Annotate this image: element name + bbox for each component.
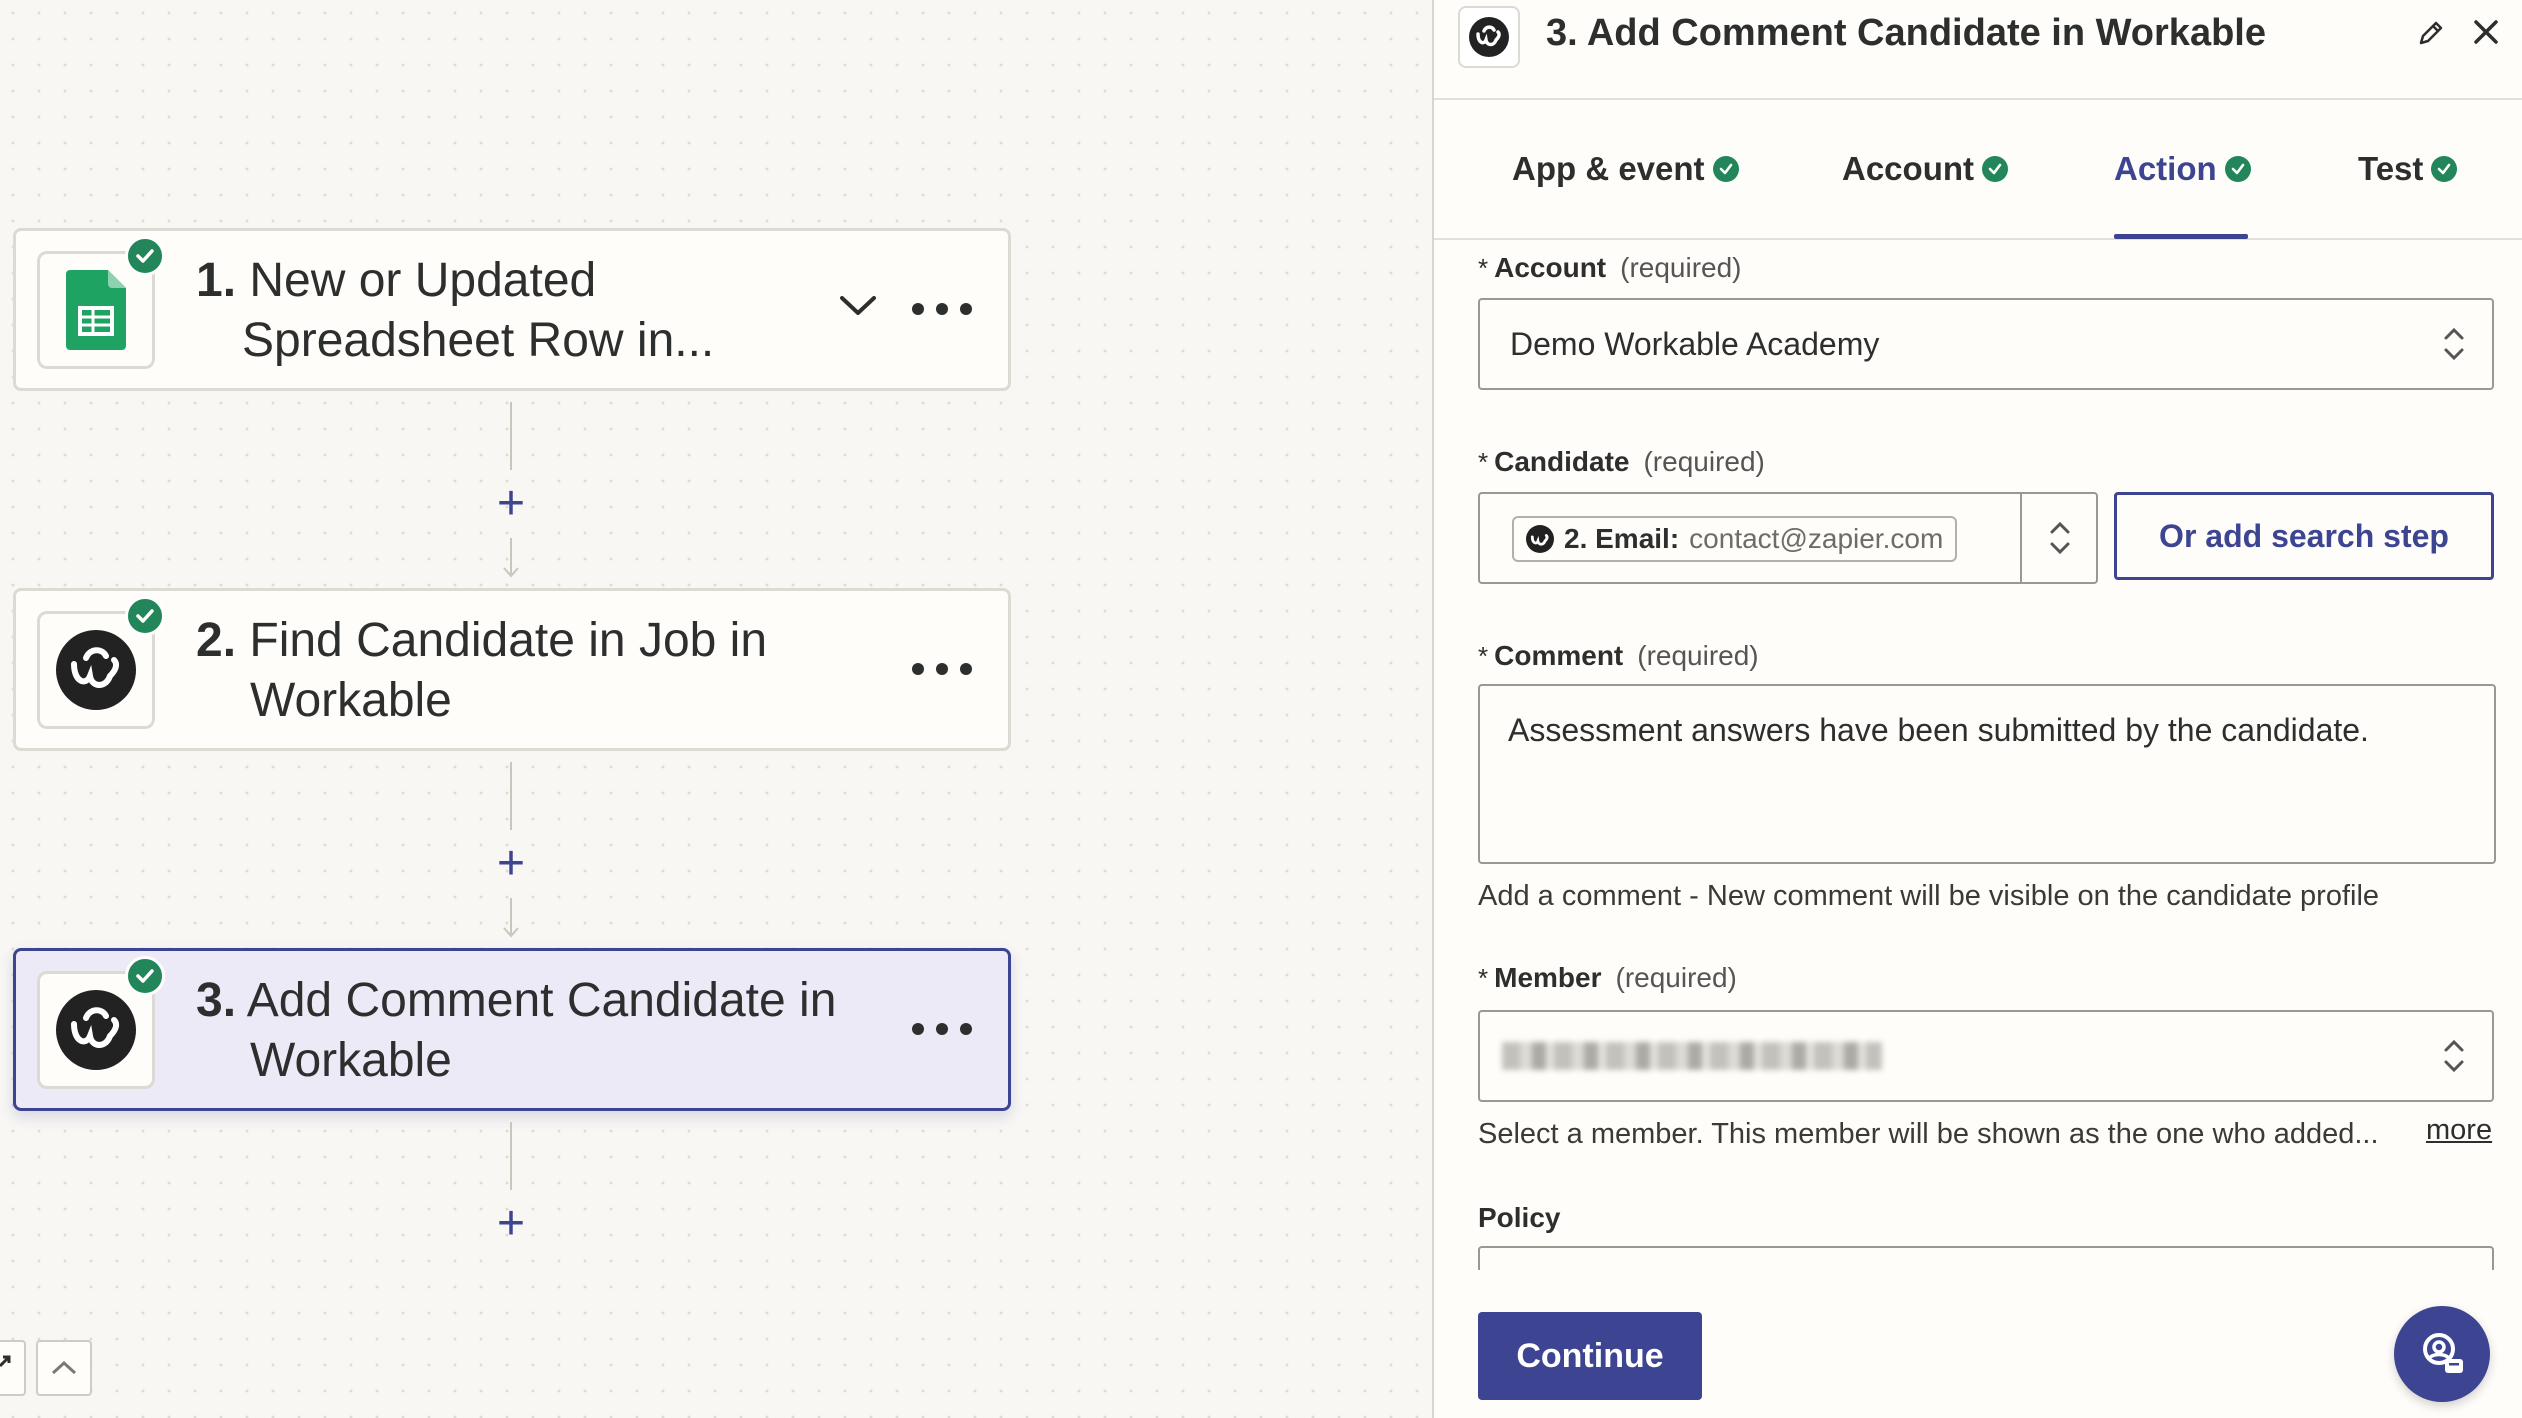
step-card-3[interactable]: 3. Add Comment Candidate in Workable [13,948,1011,1111]
connector-line [510,1122,512,1190]
check-icon [125,596,165,636]
check-icon [1982,156,2008,182]
comment-textarea[interactable]: Assessment answers have been submitted b… [1478,684,2496,864]
panel-header: 3. Add Comment Candidate in Workable [1434,0,2522,100]
account-field-label: * Account (required) [1478,252,1742,283]
support-icon [2423,1333,2463,1373]
select-arrows-icon[interactable] [2046,518,2074,558]
step-editor-panel: 3. Add Comment Candidate in Workable App… [1432,0,2522,1418]
google-sheets-icon [66,270,126,350]
check-icon [1712,156,1739,182]
add-step-button[interactable]: + [491,1200,531,1248]
workable-icon [1526,525,1554,553]
connector-line [510,762,512,830]
pencil-icon[interactable] [2416,18,2446,53]
arrow-down-icon [503,927,519,938]
candidate-field-label: * Candidate (required) [1478,446,1765,477]
step-card-2[interactable]: 2. Find Candidate in Job in Workable [13,588,1011,751]
policy-field-label: Policy [1478,1202,1561,1233]
tab-action[interactable]: Action [2114,150,2251,188]
close-icon[interactable] [2470,16,2502,53]
redacted-value [1502,1042,1882,1070]
divider [2020,494,2022,582]
chevron-up-icon[interactable] [36,1340,92,1396]
more-options-icon[interactable] [912,1009,972,1049]
panel-footer: Continue [1434,1270,2522,1418]
more-options-icon[interactable] [912,649,972,689]
member-select[interactable] [1478,1010,2494,1102]
zap-canvas[interactable]: 1. New or Updated Spreadsheet Row in... … [0,0,1432,1418]
panel-title: 3. Add Comment Candidate in Workable [1546,12,2266,54]
tab-account[interactable]: Account [1842,150,2008,188]
member-help-text: Select a member. This member will be sho… [1478,1118,2379,1150]
add-step-button[interactable]: + [491,480,531,528]
workable-icon [56,630,136,710]
check-icon [125,956,165,996]
select-arrows-icon [2444,327,2464,361]
connector-line [510,402,512,470]
expand-icon[interactable] [0,1340,26,1396]
account-select[interactable]: Demo Workable Academy [1478,298,2494,390]
workable-icon [1469,17,1509,57]
comment-help-text: Add a comment - New comment will be visi… [1478,880,2380,912]
comment-field-label: * Comment (required) [1478,640,1759,671]
step-title: 3. Add Comment Candidate in Workable [196,974,837,1087]
chevron-down-icon[interactable] [838,293,878,324]
candidate-input[interactable]: 2. Email: contact@zapier.com [1478,492,2098,584]
step-card-1[interactable]: 1. New or Updated Spreadsheet Row in... [13,228,1011,391]
tab-test[interactable]: Test [2358,150,2458,188]
check-icon [125,236,165,276]
more-link[interactable]: more [2426,1114,2492,1147]
member-field-label: * Member (required) [1478,962,1737,993]
step-tabs: App & event Account Action Test [1434,100,2522,240]
add-step-button[interactable]: + [491,840,531,888]
arrow-down-icon [503,567,519,578]
step-title: 1. New or Updated Spreadsheet Row in... [196,254,715,367]
workable-icon [56,990,136,1070]
step-title: 2. Find Candidate in Job in Workable [196,614,768,727]
app-tile [1458,6,1520,68]
continue-button[interactable]: Continue [1478,1312,1702,1400]
select-arrows-icon [2444,1039,2464,1073]
more-options-icon[interactable] [912,289,972,329]
active-tab-indicator [2114,234,2248,239]
mapped-field-pill[interactable]: 2. Email: contact@zapier.com [1512,516,1958,562]
check-icon [2431,156,2458,182]
check-icon [2224,156,2251,182]
add-search-step-button[interactable]: Or add search step [2114,492,2494,580]
help-chat-button[interactable] [2394,1306,2490,1402]
tab-app-event[interactable]: App & event [1512,150,1739,188]
